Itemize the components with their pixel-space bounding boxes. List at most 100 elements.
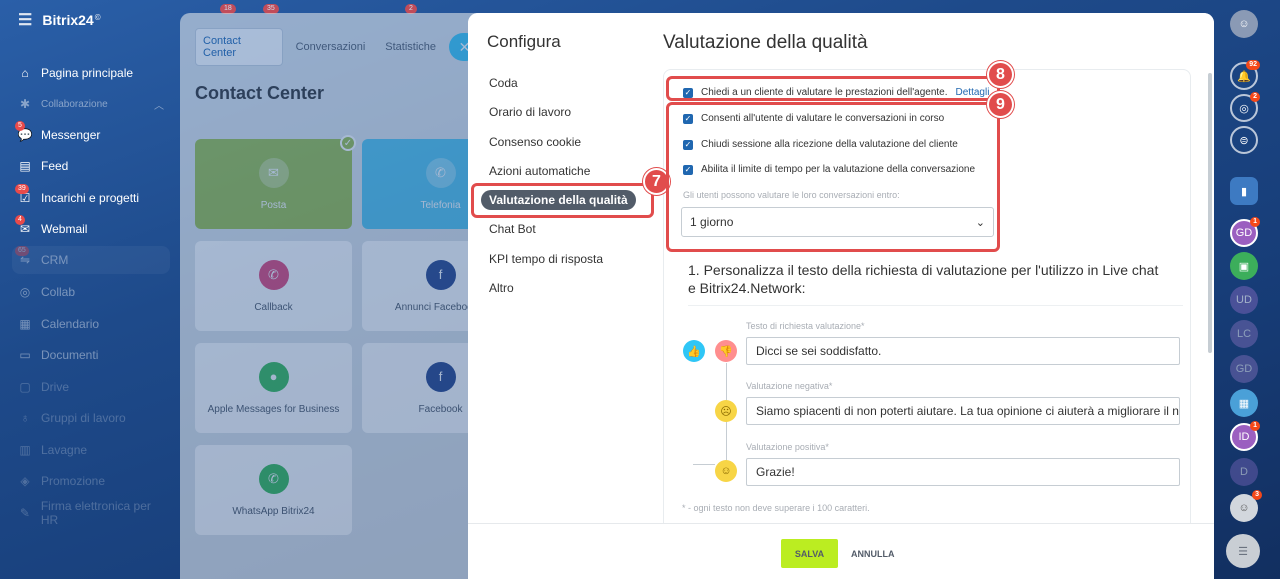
sidebar-item-boards[interactable]: ▥ Lavagne: [12, 436, 170, 464]
cancel-button[interactable]: ANNULLA: [851, 539, 895, 568]
collab-icon: ✱: [19, 97, 31, 111]
callback-icon: ✆: [258, 259, 289, 290]
nav-item-other[interactable]: Altro: [489, 281, 514, 295]
crm-icon: ⇋ 65: [15, 246, 32, 267]
tile-label: Callback: [254, 301, 293, 313]
nav-item-chatbot[interactable]: Chat Bot: [489, 222, 536, 236]
config-nav: Configura Coda Orario di lavoro Consenso…: [468, 13, 648, 523]
avatar-initials: GD: [1235, 227, 1253, 239]
sidebar-item-sign[interactable]: ✎ Firma elettronica per HR: [12, 499, 170, 527]
home-icon: ⌂: [21, 66, 29, 80]
tab-conversations[interactable]: Conversazioni: [289, 35, 373, 59]
count-badge: 5: [15, 121, 25, 131]
left-sidebar: ☰ Bitrix24 © 18 35 2 ⌂ Pagina principale ✱…: [0, 0, 417, 579]
docs-icon: ▭: [19, 348, 31, 362]
sidebar-item-collab[interactable]: ◎ Collab: [12, 278, 170, 306]
activity-icon[interactable]: ◎ 2: [1230, 92, 1260, 122]
sidebar-item-drive[interactable]: ▢ Drive: [12, 373, 170, 401]
apple-messages-icon: ●: [258, 361, 289, 392]
user-avatar-lc[interactable]: LC: [1230, 320, 1258, 348]
request-text-input[interactable]: Dicci se sei soddisfatto.: [746, 337, 1180, 365]
phone-icon: ✆: [425, 157, 456, 188]
nav-item-queue[interactable]: Coda: [489, 76, 518, 90]
footer-bar: SALVA ANNULLA: [468, 523, 1214, 579]
menu-icon[interactable]: ☰: [18, 10, 32, 30]
sidebar-item-calendar[interactable]: ▦ Calendario: [12, 310, 170, 338]
save-button[interactable]: SALVA: [781, 539, 838, 568]
sidebar-item-docs[interactable]: ▭ Documenti: [12, 341, 170, 369]
sidebar-item-label: Collaborazione: [41, 98, 108, 110]
search-chat-icon[interactable]: ⊜: [1230, 126, 1258, 154]
tile-label: Telefonia: [420, 199, 461, 211]
count-badge: 39: [15, 184, 29, 194]
chat-icon: 💬 5: [15, 121, 32, 142]
sidebar-item-webmail[interactable]: ✉ 4 Webmail: [12, 215, 170, 243]
channel-tile-facebook-ads[interactable]: f Annunci Facebook p: [362, 241, 480, 331]
config-slider: Configura Coda Orario di lavoro Consenso…: [468, 13, 1214, 579]
calendar-icon: ▦: [19, 317, 31, 331]
tile-label: Facebook: [418, 403, 463, 415]
bell-icon[interactable]: 🔔 92: [1230, 60, 1260, 90]
channel-tile-telephony[interactable]: ✆ Telefonia: [362, 139, 480, 229]
sidebar-item-promo[interactable]: ◈ Promozione: [12, 467, 170, 495]
user-badge: 1: [1250, 421, 1260, 431]
divider: [688, 305, 1183, 306]
nav-item-automation[interactable]: Azioni automatiche: [489, 164, 590, 178]
channel-tile-apple[interactable]: ● Apple Messages for Business: [195, 343, 352, 433]
sidebar-item-label: Collab: [41, 285, 76, 299]
tile-label: WhatsApp Bitrix24: [232, 505, 315, 517]
chevron-up-icon: ︿: [154, 100, 164, 112]
channel-tile-whatsapp[interactable]: ✆ WhatsApp Bitrix24: [195, 445, 352, 535]
menu-icon[interactable]: ☰: [1226, 534, 1260, 568]
user-avatar-gd[interactable]: GD 1: [1230, 217, 1260, 247]
sidebar-item-label: Webmail: [41, 222, 88, 236]
user-avatar-ud[interactable]: UD: [1230, 286, 1258, 314]
sidebar-item-tasks[interactable]: ☑ 39 Incarichi e progetti: [12, 184, 170, 212]
positive-text-input[interactable]: Grazie!: [746, 458, 1180, 486]
avatar-initials: ID: [1238, 431, 1250, 443]
nav-item-working-hours[interactable]: Orario di lavoro: [489, 105, 571, 119]
contact-center-tabs: Contact Center Conversazioni Statistiche…: [195, 28, 480, 66]
user-avatar-photo[interactable]: ☺ 3: [1230, 490, 1262, 522]
user-avatar-id[interactable]: ID 1: [1230, 421, 1260, 451]
sidebar-item-feed[interactable]: ▤ Feed: [12, 152, 170, 180]
sidebar-item-home[interactable]: ⌂ Pagina principale: [12, 59, 170, 87]
sidebar-item-label: Feed: [41, 159, 69, 173]
avatar-initials: D: [1240, 466, 1248, 478]
thumbs-down-icon: 👎: [715, 340, 737, 362]
count-badge: 4: [15, 215, 25, 225]
negative-text-input[interactable]: Siamo spiacenti di non poterti aiutare. …: [746, 397, 1180, 425]
sign-icon: ✎: [19, 506, 30, 520]
bookmark-icon[interactable]: ▮: [1230, 177, 1258, 205]
customize-section-title: 1. Personalizza il testo della richiesta…: [688, 262, 1159, 296]
tab-contact-center[interactable]: Contact Center: [195, 28, 283, 66]
tasks-icon: ☑ 39: [15, 184, 32, 205]
tab-statistics[interactable]: Statistiche: [378, 35, 443, 59]
channel-tile-facebook[interactable]: f Facebook: [362, 343, 480, 433]
user-avatar-image[interactable]: ▣: [1230, 252, 1258, 280]
drive-icon: ▢: [19, 380, 31, 394]
channel-tile-callback[interactable]: ✆ Callback: [195, 241, 352, 331]
promo-icon: ◈: [20, 474, 30, 488]
scrollbar[interactable]: [1208, 73, 1212, 353]
sidebar-item-groups[interactable]: ♁ Gruppi di lavoro: [12, 404, 170, 432]
nav-item-cookie[interactable]: Consenso cookie: [489, 135, 581, 149]
user-avatar-d[interactable]: D: [1230, 458, 1258, 486]
whatsapp-icon: ✆: [258, 463, 289, 494]
sidebar-item-label: Drive: [41, 380, 70, 394]
user-avatar-gd2[interactable]: GD: [1230, 355, 1258, 383]
sidebar-item-label: Gruppi di lavoro: [41, 411, 126, 425]
sidebar-item-crm[interactable]: ⇋ 65 CRM: [12, 246, 170, 274]
sidebar-item-messenger[interactable]: 💬 5 Messenger: [12, 121, 170, 149]
sidebar-group-collab[interactable]: ✱ Collaborazione ︿: [12, 90, 170, 118]
avatar[interactable]: ☺: [1230, 10, 1258, 38]
logo[interactable]: ☰ Bitrix24 ©: [18, 10, 101, 30]
section-heading: Valutazione della qualità: [663, 32, 868, 53]
request-text-label: Testo di richiesta valutazione*: [746, 321, 865, 331]
nav-item-kpi[interactable]: KPI tempo di risposta: [489, 252, 603, 266]
channel-tile-mail[interactable]: ✓ ✉ Posta: [195, 135, 356, 229]
boards-icon: ▥: [19, 443, 31, 457]
input-value: Dicci se sei soddisfatto.: [756, 344, 882, 358]
chat-avatar[interactable]: ▦: [1230, 389, 1258, 417]
sidebar-item-label: Documenti: [41, 348, 99, 362]
